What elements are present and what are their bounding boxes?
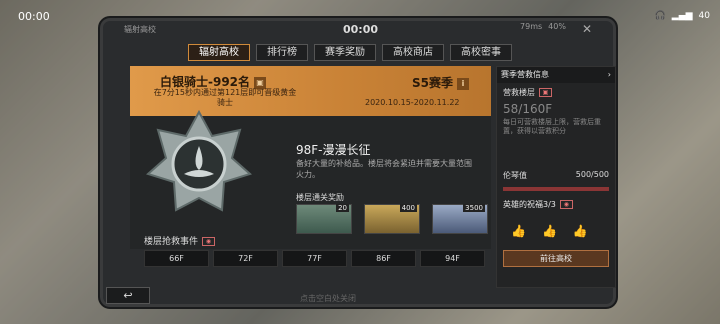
bless-label: 英雄的祝福3/3 <box>503 200 556 209</box>
rank-info-icon[interactable]: ▣ <box>254 76 267 89</box>
faith-bar <box>503 187 609 191</box>
thumbs-up-icon: 👍 <box>572 224 588 238</box>
faith-label: 伦琴值 <box>503 171 527 180</box>
season-wrap: S5赛季 i <box>412 74 469 91</box>
rescue-label-wrap: 楼层抢救事件 ◉ <box>144 234 216 247</box>
rescue-floor-button[interactable]: 77F <box>282 250 347 267</box>
floor-card: 白银骑士-992名 ▣ 在7分15秒内通过第121层即可晋级黄金骑士 S5赛季 i … <box>130 66 491 249</box>
rescue-floor-count: 58/160F <box>503 102 553 116</box>
tab-ranking[interactable]: 排行榜 <box>256 44 308 61</box>
back-button[interactable]: ↩ <box>106 287 150 304</box>
rank-desc: 在7分15秒内通过第121层即可晋级黄金骑士 <box>153 88 297 107</box>
status-time: 00:00 <box>18 9 50 23</box>
season-dates: 2020.10.15-2020.11.22 <box>365 98 460 107</box>
tab-bar: 辐射高校 排行榜 赛季奖励 高校商店 高校密事 <box>188 44 512 61</box>
reward-label: 楼层通关奖励 <box>296 193 344 202</box>
thumbs-up-icon: 👍 <box>541 224 557 238</box>
rank-badge-icon <box>146 109 252 212</box>
rescue-floor-row: 营救楼层 ▣ <box>497 83 615 102</box>
reward-item-gold[interactable]: 400 <box>364 204 420 234</box>
eye-icon[interactable]: ◉ <box>202 237 216 246</box>
thumbs-up-icon: 👍 <box>511 224 526 238</box>
reward-item-supply[interactable]: 20 <box>296 204 352 234</box>
eye-icon[interactable]: ◉ <box>559 200 573 209</box>
season-label: S5赛季 <box>412 76 453 90</box>
tab-season-reward[interactable]: 赛季奖励 <box>314 44 376 61</box>
reward-count: 400 <box>399 204 417 212</box>
season-info-header[interactable]: 赛季营救信息 › <box>497 67 615 83</box>
info-icon[interactable]: ▣ <box>539 88 552 97</box>
signal-icon: ▂▄▆ <box>671 11 693 21</box>
goto-school-button[interactable]: 前往高校 <box>503 250 609 267</box>
chevron-right-icon: › <box>607 70 611 79</box>
season-info-panel: 赛季营救信息 › 营救楼层 ▣ 58/160F 每日可营救楼层上限，营救后重置，获得… <box>496 66 616 288</box>
reward-count: 20 <box>336 204 349 212</box>
rescue-label: 楼层抢救事件 <box>144 237 199 247</box>
rescue-floor-button[interactable]: 66F <box>144 250 209 267</box>
faith-value: 500/500 <box>575 170 609 179</box>
rescue-floor-list: 66F 72F 77F 86F 94F <box>144 250 485 267</box>
close-hint: 点击空白处关闭 <box>300 294 356 303</box>
faith-row: 伦琴值 500/500 <box>497 166 615 185</box>
battery-icon: 40 <box>698 11 710 21</box>
rescue-floor-button[interactable]: 94F <box>420 250 485 267</box>
rescue-floor-button[interactable]: 86F <box>351 250 416 267</box>
reward-count: 3500 <box>463 204 485 212</box>
season-info-title: 赛季营救信息 <box>501 70 549 79</box>
rescue-floor-desc: 每日可营救楼层上限，营救后重置，获得以营救积分 <box>503 118 601 135</box>
tab-secret[interactable]: 高校密事 <box>450 44 512 61</box>
reward-list: 20 400 3500 <box>296 204 488 234</box>
floor-name: 98F-漫漫长征 <box>296 143 371 157</box>
floor-desc: 备好大量的补给品。楼层将会紧迫并需要大量范围火力。 <box>296 159 472 179</box>
status-bar: 00:00 🎧 ▂▄▆ 40 <box>0 0 720 32</box>
bless-row: 英雄的祝福3/3 ◉ <box>497 193 615 216</box>
tab-shop[interactable]: 高校商店 <box>382 44 444 61</box>
main-panel: 辐射高校 00:00 79ms 40% ✕ 辐射高校 排行榜 赛季奖励 高校商店… <box>98 16 618 309</box>
season-info-icon[interactable]: i <box>457 77 469 90</box>
reward-item-silver[interactable]: 3500 <box>432 204 488 234</box>
tab-school[interactable]: 辐射高校 <box>188 44 250 61</box>
rescue-floor-label: 营救楼层 <box>503 88 535 97</box>
bless-icons: 👍 👍 👍 <box>497 216 615 246</box>
rescue-floor-button[interactable]: 72F <box>213 250 278 267</box>
headset-icon: 🎧 <box>654 11 666 21</box>
rank-title: 白银骑士-992名 <box>160 75 251 89</box>
